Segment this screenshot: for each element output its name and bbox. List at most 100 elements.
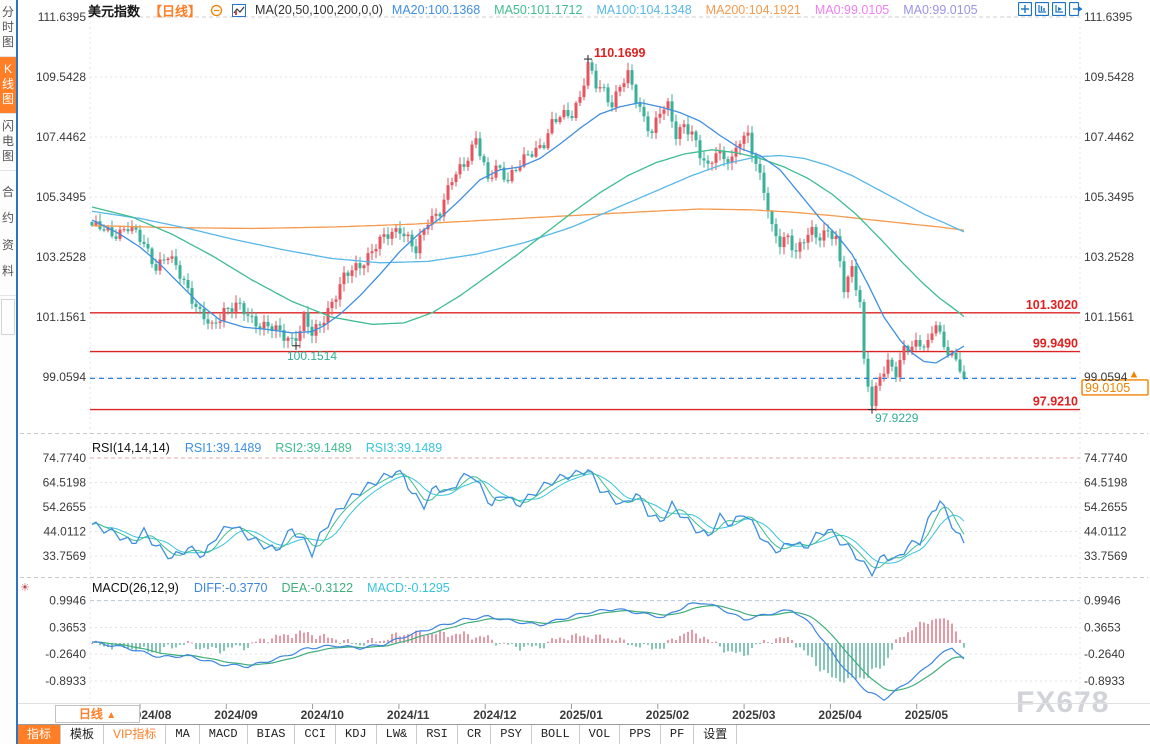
exit-chart-icon[interactable] <box>1069 2 1083 16</box>
rsi-axis-label-left: 33.7569 <box>43 549 87 563</box>
ma-settings-label: MA(20,50,100,200,0,0) <box>255 3 383 17</box>
level-line-label: 99.9490 <box>1033 337 1078 351</box>
toolbar-item-psy[interactable]: PSY <box>491 725 532 744</box>
toolbar-item-cci[interactable]: CCI <box>295 725 337 744</box>
toolbar-item-pps[interactable]: PPS <box>620 725 661 744</box>
macd-pane-header: MACD(26,12,9) DIFF:-0.3770 DEA:-0.3122 MAC… <box>92 581 464 595</box>
price-axis-label-right: 109.5428 <box>1084 70 1134 84</box>
rsi-axis-label-left: 74.7740 <box>43 451 87 465</box>
macd-settings-icon[interactable]: ☀ <box>20 581 30 594</box>
macd-axis-label-left: -0.8933 <box>45 674 86 688</box>
rsi-axis-label-left: 64.5198 <box>43 476 87 490</box>
chart-type-sidebar: 分时图 K线图 闪电图 合约资料 <box>0 0 18 744</box>
price-axis-label-left: 101.1561 <box>36 310 86 324</box>
price-up-arrow-icon: ▲ <box>1129 368 1140 380</box>
toolbar-item-cr[interactable]: CR <box>457 725 492 744</box>
price-axis-label-right: 107.4462 <box>1084 130 1134 144</box>
toolbar-item-vol[interactable]: VOL <box>579 725 621 744</box>
toolbar-item-indicator[interactable]: 指标 <box>18 725 62 744</box>
ma-readout-4: MA0:99.0105 <box>814 3 890 17</box>
period-selector-label: 日线 <box>78 707 103 721</box>
rsi-readout-0: RSI1:39.1489 <box>184 441 262 455</box>
ma-readout-5: MA0:99.0105 <box>903 3 978 17</box>
rsi1-line <box>91 468 965 578</box>
price-axis-label-left: 107.4462 <box>36 130 86 144</box>
sidebar-item-contract-info[interactable]: 合约资料 <box>0 171 16 296</box>
toolbar-item-macd[interactable]: MACD <box>199 725 248 744</box>
toolbar-item-bias[interactable]: BIAS <box>247 725 296 744</box>
macd-readout-1: DEA:-0.3122 <box>281 581 354 595</box>
macd-readout-2: MACD:-0.1295 <box>367 581 450 595</box>
macd-readouts: DIFF:-0.3770 DEA:-0.3122 MACD:-0.1295 <box>194 581 464 595</box>
toolbar-item-pf[interactable]: PF <box>660 725 695 744</box>
kline-style-icon[interactable] <box>232 3 247 17</box>
macd-axis-label-left: 0.3653 <box>49 620 86 634</box>
sidebar-empty-slot <box>1 298 15 335</box>
macd-histogram <box>91 618 965 683</box>
trading-terminal: FX678 101.3020 99.9490 97.9210 ▲ 99.0105 110.… <box>0 0 1150 744</box>
toolbar-empty-area <box>737 725 1150 744</box>
price-axis-label-left: 99.0594 <box>43 370 87 384</box>
toolbar-item-lw[interactable]: LW& <box>376 725 418 744</box>
rsi-title: RSI(14,14,14) <box>92 441 170 455</box>
sidebar-item-candlestick-chart[interactable]: K线图 <box>0 57 16 114</box>
rsi-axis-label-right: 54.2655 <box>1084 500 1128 514</box>
macd-axis-label-right: -0.8933 <box>1084 674 1125 688</box>
period-tag[interactable]: 【日线】 <box>149 1 201 20</box>
macd-axis-label-right: 0.3653 <box>1084 620 1121 634</box>
level-lines: 101.3020 99.9490 97.9210 <box>90 298 1080 411</box>
toolbar-item-vip-indicator[interactable]: VIP指标 <box>104 725 167 744</box>
period-selector-button[interactable]: 日线 ▲ <box>55 705 140 723</box>
sidebar-item-lightning-chart[interactable]: 闪电图 <box>0 114 16 171</box>
x-axis-shift-icon[interactable] <box>1052 2 1066 16</box>
rsi3-line <box>91 473 965 564</box>
chart-stage[interactable]: 101.3020 99.9490 97.9210 ▲ 99.0105 110.1699 10… <box>0 0 1150 744</box>
chevron-up-icon: ▲ <box>106 710 117 721</box>
price-axis-label-left: 103.2528 <box>36 250 86 264</box>
x-axis-row: 日线 ▲ <box>0 705 1150 724</box>
chart-tools <box>1018 2 1083 16</box>
gridlines <box>18 16 1150 704</box>
chart-header: 美元指数 【日线】 MA(20,50,100,200,0,0) MA20:100… <box>0 0 1150 20</box>
y-axis-zoom-icon[interactable] <box>1035 2 1049 16</box>
ma200-line <box>91 208 965 231</box>
september-low-label: 100.1514 <box>287 349 337 363</box>
price-axis-label-right: 105.3495 <box>1084 190 1134 204</box>
indicator-toolbar: 指标 模板 VIP指标 MA MACD BIAS CCI KDJ LW& RSI CR PSY BOLL… <box>18 724 1150 744</box>
crosshair-move-icon[interactable] <box>1018 2 1032 16</box>
level-line-label: 97.9210 <box>1033 395 1078 409</box>
toolbar-item-boll[interactable]: BOLL <box>531 725 580 744</box>
rsi-pane-header: RSI(14,14,14) RSI1:39.1489 RSI2:39.1489 RS… <box>92 441 456 455</box>
rsi-axis-label-right: 44.0112 <box>1084 525 1127 539</box>
toolbar-item-template[interactable]: 模板 <box>61 725 105 744</box>
ma-readout-2: MA100:104.1348 <box>596 3 692 17</box>
macd-axis-label-left: 0.9946 <box>49 594 86 608</box>
rsi-axis-label-right: 64.5198 <box>1084 476 1128 490</box>
diff-line <box>91 602 965 702</box>
ma-readout-1: MA50:101.1712 <box>494 3 583 17</box>
macd-axis-label-left: -0.2640 <box>45 647 86 661</box>
macd-axis-label-right: -0.2640 <box>1084 647 1125 661</box>
period-high-label: 110.1699 <box>594 46 645 60</box>
level-line-label: 101.3020 <box>1026 298 1078 312</box>
symbol-name: 美元指数 <box>88 3 141 19</box>
macd-axis-label-right: 0.9946 <box>1084 594 1121 608</box>
price-axis-label-left: 105.3495 <box>36 190 86 204</box>
price-axis-label-right: 99.0594 <box>1084 370 1128 384</box>
period-low-label: 97.9229 <box>875 411 919 425</box>
toolbar-item-kdj[interactable]: KDJ <box>336 725 377 744</box>
toolbar-item-rsi[interactable]: RSI <box>417 725 458 744</box>
toolbar-item-ma[interactable]: MA <box>166 725 200 744</box>
rsi-readouts: RSI1:39.1489 RSI2:39.1489 RSI3:39.1489 <box>185 441 456 455</box>
rsi2-line <box>91 471 965 569</box>
ma-readouts: MA20:100.1368 MA50:101.1712 MA100:104.1348… <box>392 3 992 17</box>
toolbar-item-settings[interactable]: 设置 <box>694 725 738 744</box>
rsi-readout-1: RSI2:39.1489 <box>275 441 352 455</box>
collapse-panel-icon[interactable] <box>210 4 223 17</box>
sidebar-item-intraday-chart[interactable]: 分时图 <box>0 0 16 57</box>
rsi-axis-label-right: 74.7740 <box>1084 451 1128 465</box>
macd-title: MACD(26,12,9) <box>92 581 179 595</box>
rsi-axis-label-left: 44.0112 <box>44 525 87 539</box>
candlestick-series <box>90 59 966 412</box>
price-axis-label-right: 103.2528 <box>1084 250 1134 264</box>
